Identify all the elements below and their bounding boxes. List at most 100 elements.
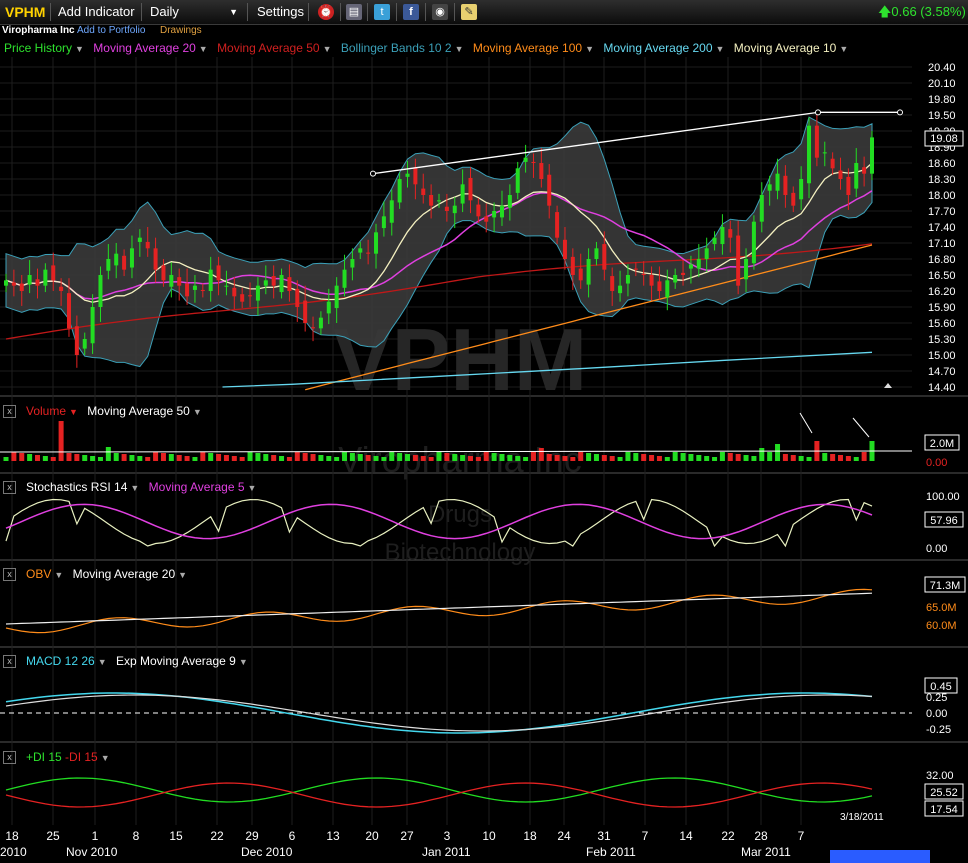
candle-body: [759, 195, 764, 222]
stoch-tick-label: 0.00: [926, 543, 947, 555]
candle-body: [405, 173, 410, 177]
candle-body: [870, 137, 874, 174]
macd-tick-label: 0.00: [926, 708, 947, 720]
close-icon[interactable]: x: [3, 405, 16, 419]
candle-body: [649, 275, 654, 286]
x-day-label: 15: [169, 829, 183, 843]
x-day-label: 7: [798, 829, 805, 843]
price-tick-label: 18.30: [928, 174, 956, 186]
volume-bar: [192, 457, 198, 461]
x-day-label: 24: [557, 829, 571, 843]
price-tick-label: 17.70: [928, 206, 956, 218]
volume-bar: [412, 455, 418, 461]
volume-bar: [42, 456, 48, 461]
volume-bar: [507, 455, 513, 461]
volume-bar: [19, 453, 25, 461]
volume-bar: [373, 456, 379, 461]
volume-bar: [727, 453, 733, 461]
di-minus-last-label: 17.54: [930, 804, 958, 816]
candle-body: [736, 235, 741, 286]
candle-body: [437, 200, 441, 202]
candle-body: [4, 280, 8, 286]
stoch-title: Stochastics RSI 14: [26, 480, 128, 494]
volume-bar: [696, 455, 702, 461]
candle-body: [484, 216, 489, 222]
volume-bar: [861, 452, 867, 461]
volume-bar: [420, 456, 426, 461]
candle-body: [421, 188, 426, 195]
volume-bar: [790, 455, 796, 461]
volume-bar: [428, 457, 434, 461]
candle-body: [358, 248, 363, 253]
volume-bar: [751, 456, 757, 461]
candle-body: [19, 283, 24, 291]
volume-bar: [294, 452, 300, 461]
candle-body: [807, 125, 812, 184]
close-icon[interactable]: x: [3, 568, 16, 582]
volume-bar: [216, 454, 222, 461]
volume-bar: [97, 457, 103, 461]
candle-body: [381, 216, 386, 229]
volume-bar: [656, 456, 662, 461]
di-plus-label: +DI 15: [26, 750, 62, 764]
volume-bar: [436, 452, 442, 461]
candle-body: [200, 289, 205, 291]
price-tick-label: 14.40: [928, 382, 956, 394]
volume-bar: [255, 453, 261, 461]
candle-body: [295, 288, 300, 307]
candle-body: [153, 248, 158, 270]
volume-bar: [609, 456, 615, 461]
candle-body: [429, 195, 434, 206]
x-day-label: 8: [133, 829, 140, 843]
stock-chart[interactable]: 20.4020.1019.8019.5019.2018.9018.6018.30…: [0, 0, 968, 863]
candle-body: [547, 174, 552, 206]
candle-body: [586, 259, 591, 285]
volume-bar: [838, 455, 844, 461]
candle-body: [681, 272, 686, 275]
candle-body: [515, 168, 520, 193]
candle-body: [838, 170, 843, 179]
close-icon[interactable]: x: [3, 751, 16, 765]
price-tick-label: 19.80: [928, 94, 956, 106]
volume-bar: [499, 454, 505, 461]
close-icon[interactable]: x: [3, 481, 16, 495]
volume-bar: [349, 453, 355, 461]
obv-tick-label: 60.0M: [926, 620, 957, 632]
price-tick-label: 14.70: [928, 366, 956, 378]
x-day-label: 13: [326, 829, 340, 843]
close-icon[interactable]: x: [3, 655, 16, 669]
candle-body: [66, 293, 71, 329]
volume-bar: [334, 457, 340, 461]
annotation-arrow: [852, 417, 870, 438]
candle-body: [185, 283, 190, 297]
candle-body: [767, 184, 772, 191]
volume-bar: [712, 457, 718, 461]
volume-bar: [247, 452, 253, 461]
volume-bar: [601, 455, 607, 461]
x-day-label: 22: [721, 829, 735, 843]
price-tick-label: 16.50: [928, 270, 956, 282]
volume-bar: [775, 444, 781, 461]
di-plus-last-label: 25.52: [930, 787, 958, 799]
di-minus-label: -DI 15: [65, 750, 98, 764]
candle-body: [751, 221, 756, 264]
x-month-label: Feb 2011: [586, 845, 636, 859]
di-legend: x +DI 15 -DI 15 ▼: [0, 749, 110, 765]
di-tick-label: 32.00: [926, 770, 954, 782]
volume-bar: [82, 455, 88, 461]
candle-body: [397, 179, 402, 203]
candle-body: [460, 184, 465, 204]
candle-body: [114, 253, 119, 266]
candle-body: [665, 280, 670, 298]
price-tick-label: 15.00: [928, 350, 956, 362]
volume-bar: [302, 453, 308, 461]
candle-body: [744, 259, 749, 280]
candle-body: [216, 265, 221, 281]
candle-body: [350, 259, 355, 268]
volume-bar: [625, 452, 631, 461]
candle-body: [255, 285, 260, 301]
line-anchor: [897, 109, 903, 116]
volume-bar: [530, 452, 536, 461]
current-price-label: 19.08: [930, 133, 958, 145]
candle-body: [720, 227, 725, 245]
